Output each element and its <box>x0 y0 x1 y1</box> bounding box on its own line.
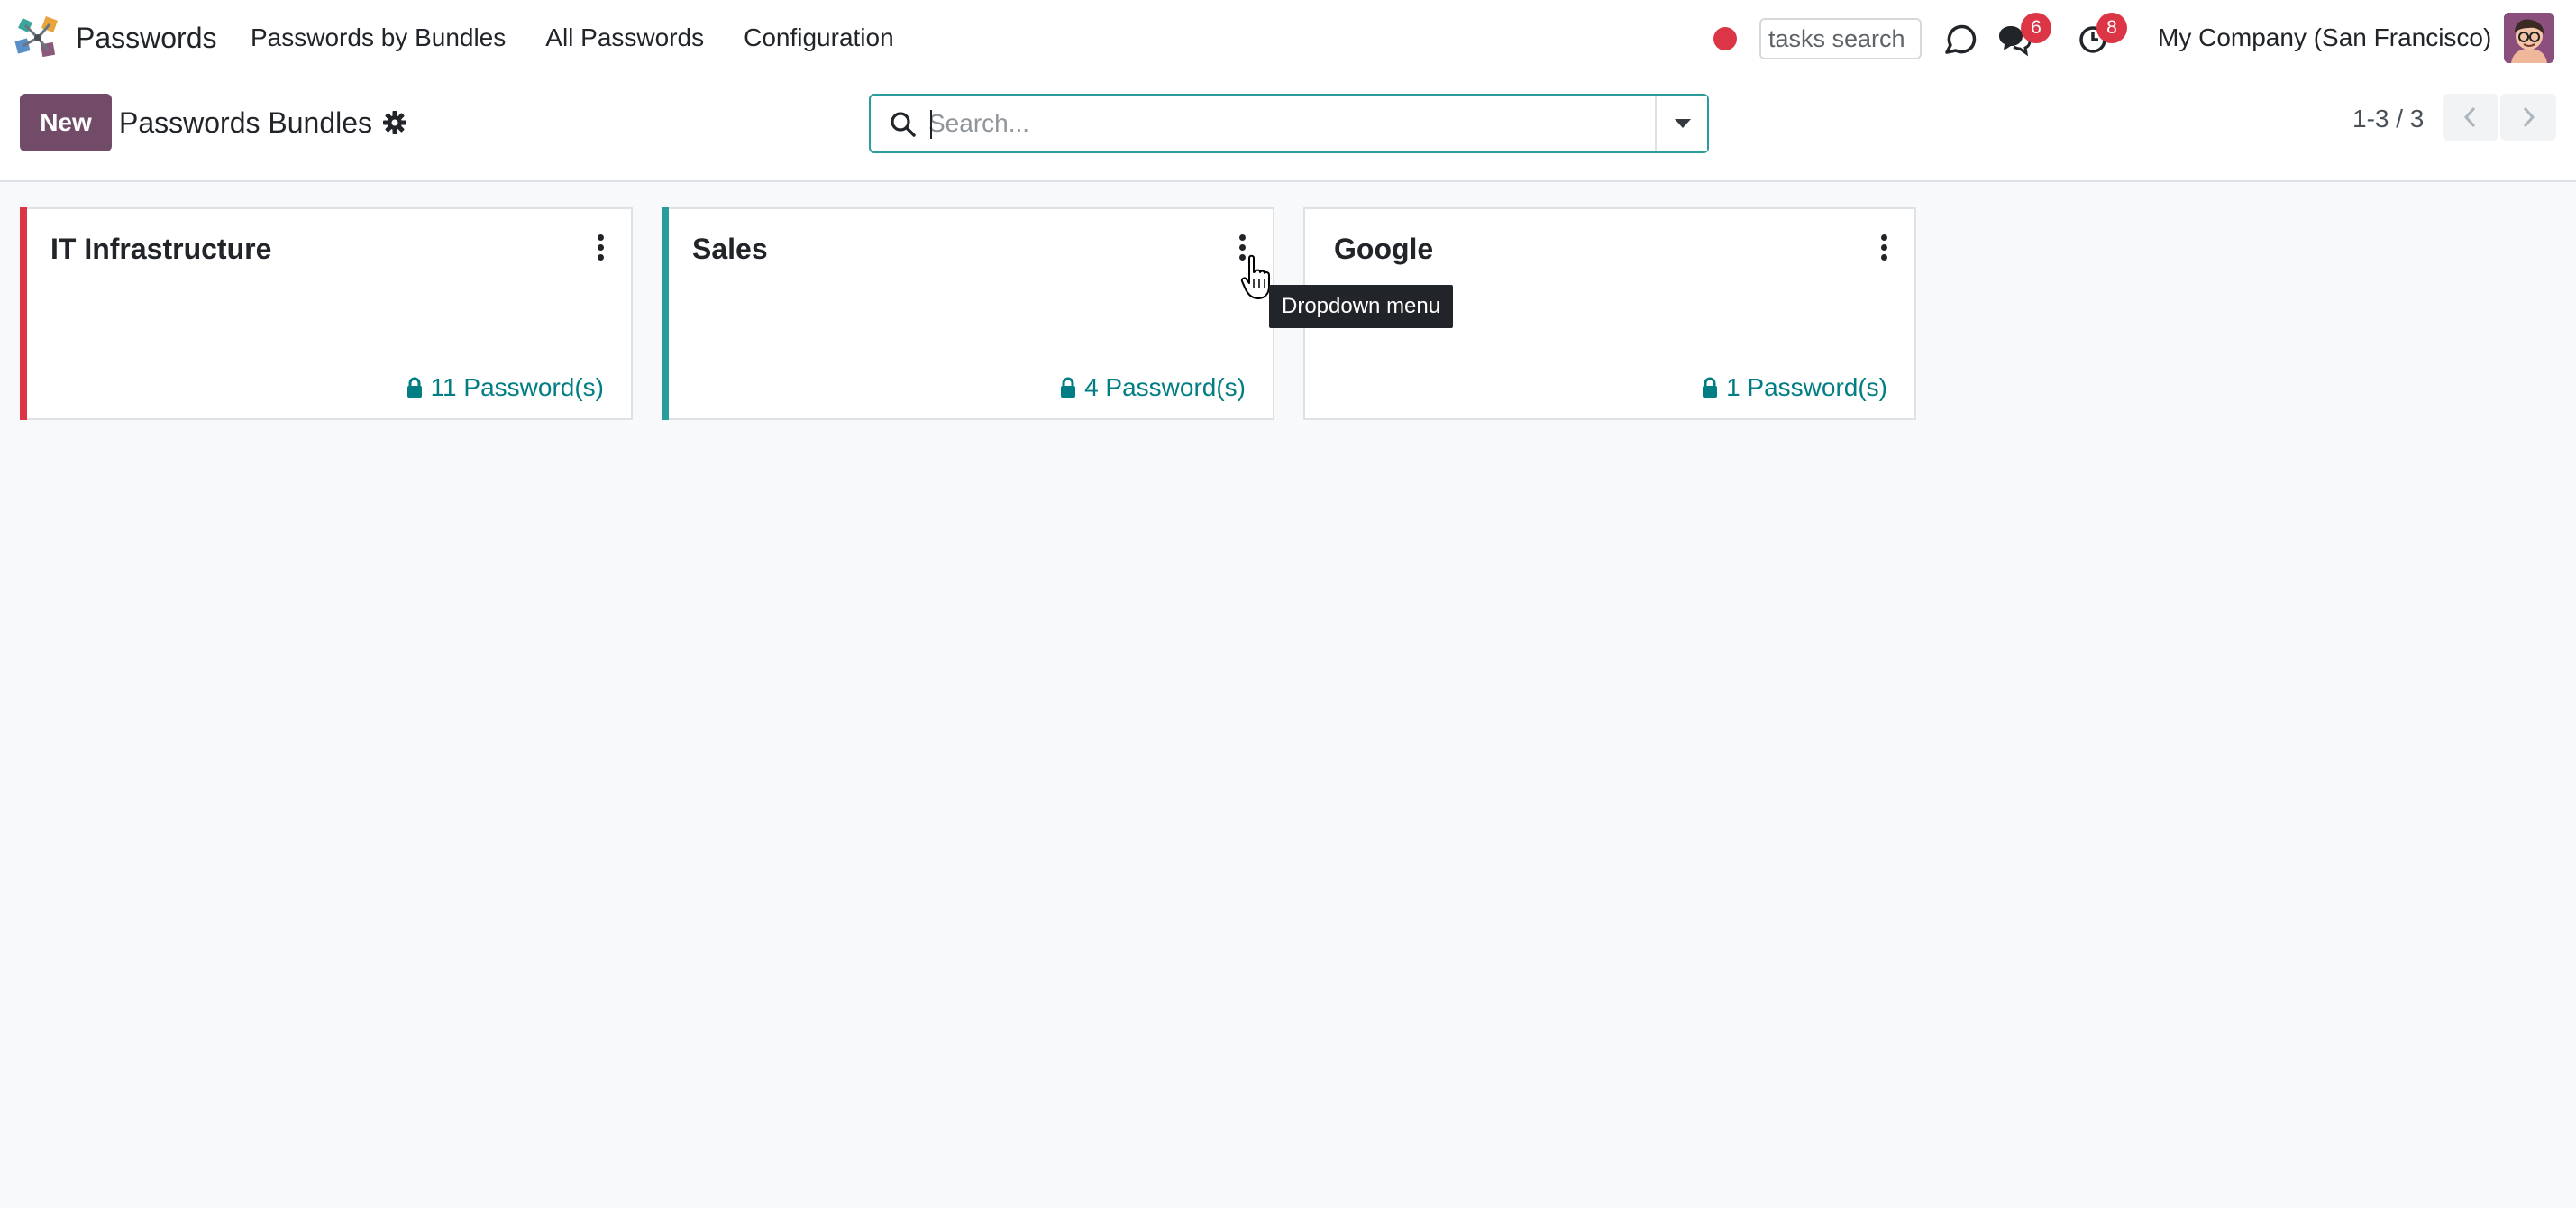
top-navbar: Passwords Passwords by Bundles All Passw… <box>0 0 2576 78</box>
card-dropdown-toggle[interactable] <box>591 234 609 263</box>
pager-value[interactable]: 1-3 / 3 <box>2352 103 2424 135</box>
password-count-link[interactable]: 1 Password(s) <box>1701 371 1887 404</box>
tasks-search-input[interactable] <box>1759 18 1922 59</box>
search-bar <box>869 94 1709 153</box>
record-dot-icon[interactable] <box>1713 27 1737 50</box>
color-stripe <box>20 207 27 420</box>
tooltip: Dropdown menu <box>1269 285 1454 328</box>
main-menu: Passwords by Bundles All Passwords Confi… <box>251 22 894 54</box>
lock-icon <box>1703 377 1718 398</box>
password-count-link[interactable]: 4 Password(s) <box>1059 371 1246 404</box>
new-button[interactable]: New <box>20 94 112 151</box>
card-title: IT Infrastructure <box>50 233 272 265</box>
app-name[interactable]: Passwords <box>76 20 217 56</box>
hand-pointer-icon <box>1240 254 1270 299</box>
color-stripe <box>662 207 669 420</box>
password-count: 11 Password(s) <box>430 373 604 401</box>
avatar[interactable] <box>2504 13 2554 63</box>
caret-down-icon <box>1675 119 1691 128</box>
password-count: 1 Password(s) <box>1726 373 1887 401</box>
page-title: Passwords Bundles <box>119 106 373 139</box>
pager-previous-button[interactable] <box>2443 94 2498 141</box>
lock-icon <box>1061 377 1076 398</box>
chevron-right-icon <box>2523 106 2535 128</box>
activities-badge: 8 <box>2096 13 2127 43</box>
card-dropdown-toggle[interactable] <box>1875 234 1893 263</box>
menu-all-passwords[interactable]: All Passwords <box>545 22 704 54</box>
kanban-card-sales[interactable]: Sales 4 Password(s) <box>662 207 1274 420</box>
search-icon <box>891 112 916 137</box>
password-count-link[interactable]: 11 Password(s) <box>406 371 604 404</box>
chevron-left-icon <box>2463 106 2476 128</box>
menu-configuration[interactable]: Configuration <box>744 22 894 54</box>
search-options-toggle[interactable] <box>1655 96 1707 151</box>
debug-icon[interactable] <box>1938 20 1978 59</box>
kanban-card-it-infrastructure[interactable]: IT Infrastructure 11 Password(s) <box>20 207 633 420</box>
password-count: 4 Password(s) <box>1084 373 1246 401</box>
control-panel: New Passwords Bundles 1-3 / 3 <box>0 78 2576 182</box>
lock-icon <box>406 377 422 398</box>
app-logo-icon[interactable] <box>13 13 63 63</box>
pager-next-button[interactable] <box>2500 94 2556 141</box>
menu-passwords-by-bundles[interactable]: Passwords by Bundles <box>251 22 506 54</box>
card-title: Sales <box>692 233 768 265</box>
card-title: Google <box>1334 233 1434 265</box>
company-switcher[interactable]: My Company (San Francisco) <box>2158 22 2491 54</box>
messages-badge: 6 <box>2021 13 2051 43</box>
search-input[interactable] <box>928 103 1613 144</box>
text-cursor <box>930 110 932 139</box>
gear-icon[interactable] <box>382 110 407 135</box>
